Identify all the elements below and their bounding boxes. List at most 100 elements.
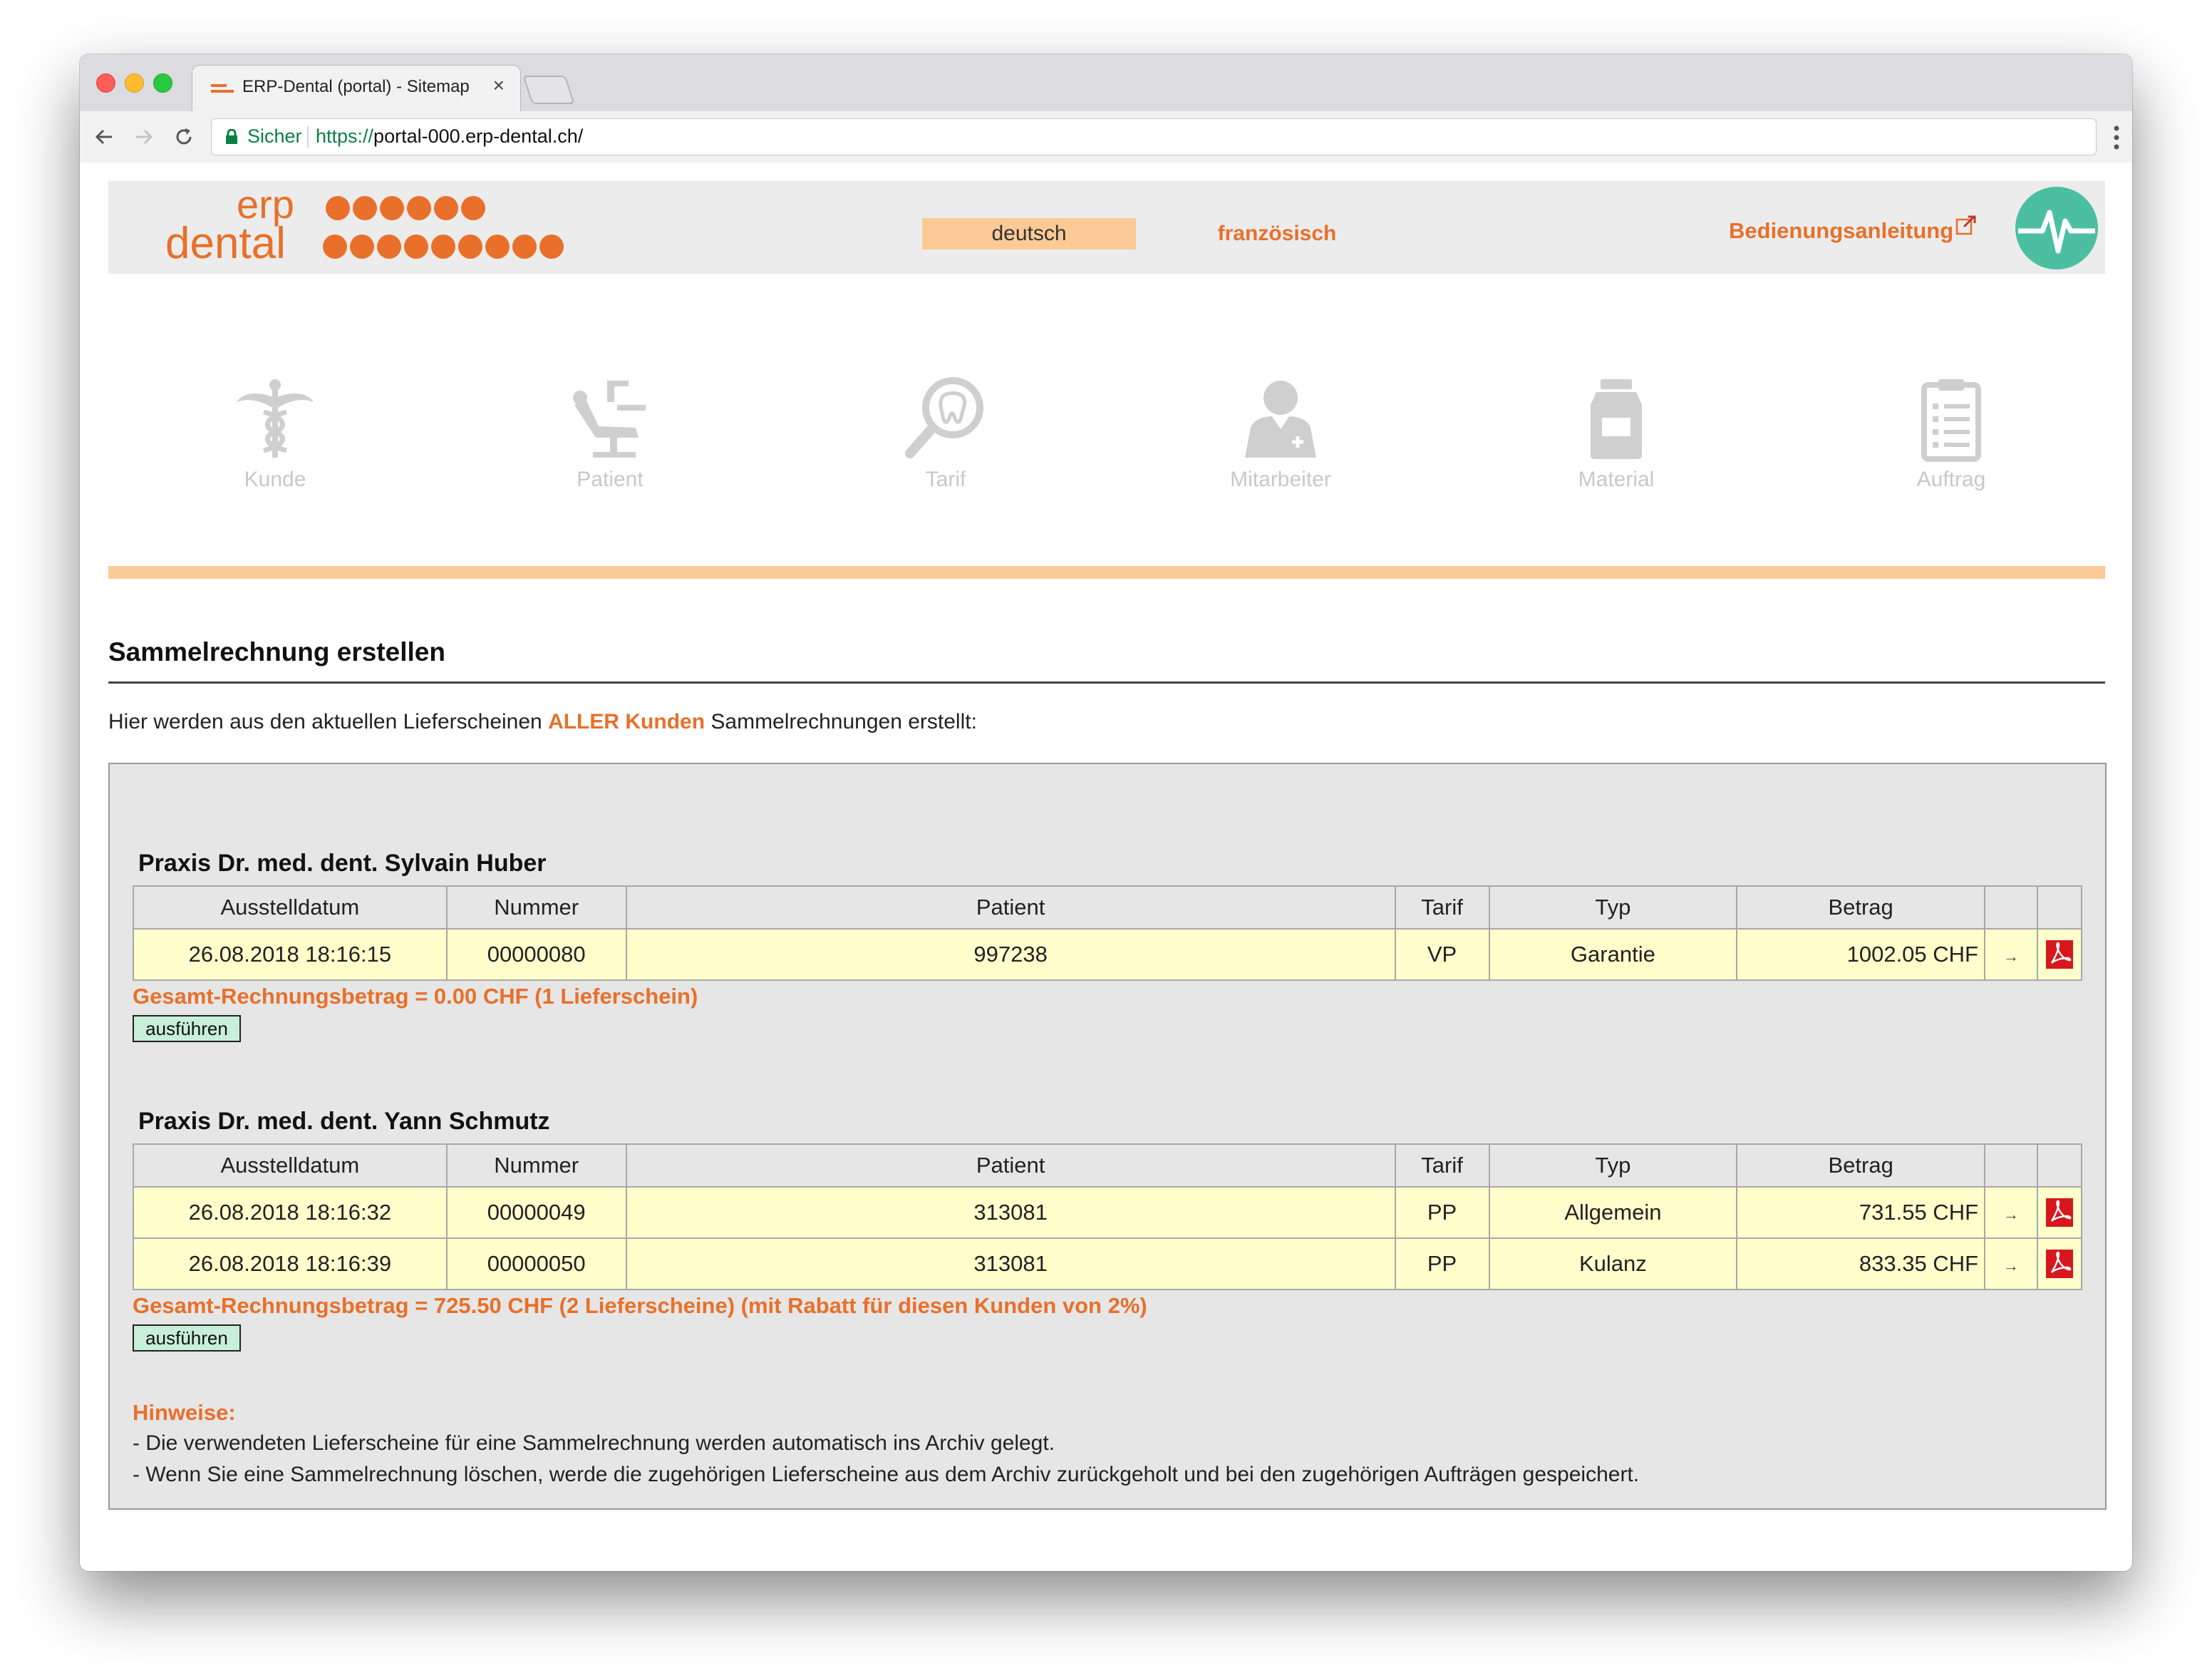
site-header: erp dental deutsch französisch Bedienung…	[108, 181, 2105, 274]
manual-link[interactable]: Bedienungsanleitung	[1729, 218, 1953, 244]
cell-patient: 313081	[625, 1237, 1396, 1290]
column-header: Tarif	[1394, 1143, 1490, 1188]
maximize-window-button[interactable]	[153, 73, 172, 93]
cell-open[interactable]: →	[1984, 928, 2038, 981]
doctor-icon	[1245, 381, 1316, 458]
nav-item-material[interactable]: Material	[1552, 376, 1680, 491]
cell-tarif: VP	[1394, 928, 1490, 981]
cell-open[interactable]: →	[1984, 1237, 2038, 1290]
external-link-icon[interactable]	[1955, 215, 1977, 237]
tab-close-icon[interactable]: ×	[493, 74, 505, 97]
kebab-menu-icon[interactable]	[2114, 125, 2119, 150]
forward-button[interactable]	[130, 123, 158, 151]
language-franzoesisch[interactable]: französisch	[1192, 218, 1363, 249]
minimize-window-button[interactable]	[125, 73, 144, 93]
cell-patient: 313081	[625, 1186, 1396, 1239]
delivery-note-table: Ausstelldatum Nummer Patient Tarif Typ B…	[133, 1143, 2083, 1290]
dental-chair-icon	[573, 381, 646, 458]
erp-dental-logo[interactable]: erp dental	[165, 187, 586, 267]
back-arrow-icon	[95, 129, 112, 145]
url-separator	[307, 126, 309, 148]
nav-item-tarif[interactable]: Tarif	[882, 376, 1010, 491]
cell-tarif: PP	[1394, 1186, 1490, 1239]
notes-title: Hinweise:	[133, 1400, 236, 1425]
reload-button[interactable]	[170, 123, 198, 151]
intro-text: Hier werden aus den aktuellen Liefersche…	[108, 710, 977, 734]
nav-item-auftrag[interactable]: Auftrag	[1887, 376, 2015, 491]
address-toolbar: Sicher https://portal-000.erp-dental.ch/	[80, 111, 2132, 164]
arrow-right-icon[interactable]: →	[2003, 947, 2019, 965]
nav-item-kunde[interactable]: Kunde	[211, 376, 339, 491]
column-header	[1984, 1143, 2038, 1188]
url-text: https://portal-000.erp-dental.ch/	[316, 125, 583, 148]
intro-highlight: ALLER Kunden	[548, 710, 706, 734]
nav-item-mitarbeiter[interactable]: Mitarbeiter	[1216, 376, 1345, 491]
delivery-note-table: Ausstelldatum Nummer Patient Tarif Typ B…	[133, 885, 2083, 981]
total-amount: Gesamt-Rechnungsbetrag = 725.50 CHF (2 L…	[133, 1293, 1147, 1318]
column-header: Betrag	[1736, 1143, 1986, 1188]
column-header: Tarif	[1394, 885, 1490, 930]
pdf-icon[interactable]	[2045, 1198, 2073, 1227]
cell-number: 00000049	[445, 1186, 627, 1239]
cell-patient: 997238	[625, 928, 1396, 981]
cell-amount: 833.35 CHF	[1736, 1237, 1986, 1290]
table-row: 26.08.2018 18:16:15 00000080 997238 VP G…	[133, 928, 2083, 981]
column-header: Patient	[625, 1143, 1396, 1188]
cell-pdf[interactable]	[2036, 1237, 2083, 1290]
logo-text-dental: dental	[165, 219, 286, 267]
pdf-icon[interactable]	[2045, 1250, 2073, 1278]
cell-open[interactable]: →	[1984, 1186, 2038, 1239]
back-button[interactable]	[90, 123, 118, 151]
cell-date: 26.08.2018 18:16:15	[133, 928, 448, 981]
cell-number: 00000080	[445, 928, 627, 981]
invoice-panel: Praxis Dr. med. dent. Sylvain Huber Auss…	[108, 763, 2107, 1510]
secure-label: Sicher	[247, 125, 302, 147]
cell-tarif: PP	[1394, 1237, 1490, 1290]
cell-pdf[interactable]	[2036, 1186, 2083, 1239]
nav-label: Patient	[577, 468, 644, 491]
table-row: 26.08.2018 18:16:39 00000050 313081 PP K…	[133, 1237, 2083, 1290]
arrow-right-icon[interactable]: →	[2003, 1257, 2019, 1275]
execute-button[interactable]: ausführen	[133, 1015, 241, 1042]
language-deutsch[interactable]: deutsch	[922, 218, 1136, 249]
title-divider	[108, 681, 2105, 684]
customer-name: Praxis Dr. med. dent. Yann Schmutz	[138, 1108, 550, 1135]
nav-divider-bar	[108, 566, 2105, 579]
heartbeat-logo-icon[interactable]	[2014, 185, 2099, 271]
cell-date: 26.08.2018 18:16:32	[133, 1186, 448, 1239]
url-bar[interactable]: Sicher https://portal-000.erp-dental.ch/	[211, 118, 2097, 155]
intro-part: Hier werden aus den aktuellen Liefersche…	[108, 710, 549, 734]
forward-arrow-icon	[136, 129, 153, 145]
close-window-button[interactable]	[96, 73, 115, 93]
tab-bar: ERP-Dental (portal) - Sitemap ×	[80, 54, 2132, 111]
cell-typ: Allgemein	[1488, 1186, 1738, 1239]
nav-item-patient[interactable]: Patient	[546, 376, 674, 491]
nav-label: Auftrag	[1916, 468, 1986, 491]
page-title: Sammelrechnung erstellen	[108, 637, 445, 666]
table-header-row: Ausstelldatum Nummer Patient Tarif Typ B…	[133, 1143, 2083, 1188]
nav-label: Tarif	[925, 468, 966, 491]
cell-typ: Garantie	[1488, 928, 1738, 981]
tooth-magnifier-icon	[905, 377, 983, 458]
cell-typ: Kulanz	[1488, 1237, 1738, 1290]
url-host: portal-000.erp-dental.ch/	[373, 125, 584, 147]
column-header: Nummer	[445, 1143, 627, 1188]
caduceus-icon	[237, 379, 314, 458]
new-tab-button[interactable]	[522, 76, 575, 104]
column-header: Nummer	[445, 885, 627, 930]
tab-title: ERP-Dental (portal) - Sitemap	[242, 77, 470, 96]
page-content: erp dental deutsch französisch Bedienung…	[80, 163, 2132, 1571]
total-amount: Gesamt-Rechnungsbetrag = 0.00 CHF (1 Lie…	[133, 984, 698, 1009]
logo-dots-top	[326, 196, 485, 220]
execute-button[interactable]: ausführen	[133, 1324, 241, 1352]
column-header	[1984, 885, 2038, 930]
clipboard-icon	[1921, 379, 1981, 462]
customer-name: Praxis Dr. med. dent. Sylvain Huber	[138, 850, 547, 877]
pdf-icon[interactable]	[2045, 940, 2073, 969]
browser-tab[interactable]: ERP-Dental (portal) - Sitemap ×	[192, 66, 520, 111]
cell-pdf[interactable]	[2036, 928, 2083, 981]
cell-amount: 1002.05 CHF	[1736, 928, 1985, 981]
arrow-right-icon[interactable]: →	[2003, 1205, 2019, 1223]
intro-part: Sammelrechnungen erstellt:	[705, 710, 977, 734]
column-header: Ausstelldatum	[133, 1143, 448, 1188]
